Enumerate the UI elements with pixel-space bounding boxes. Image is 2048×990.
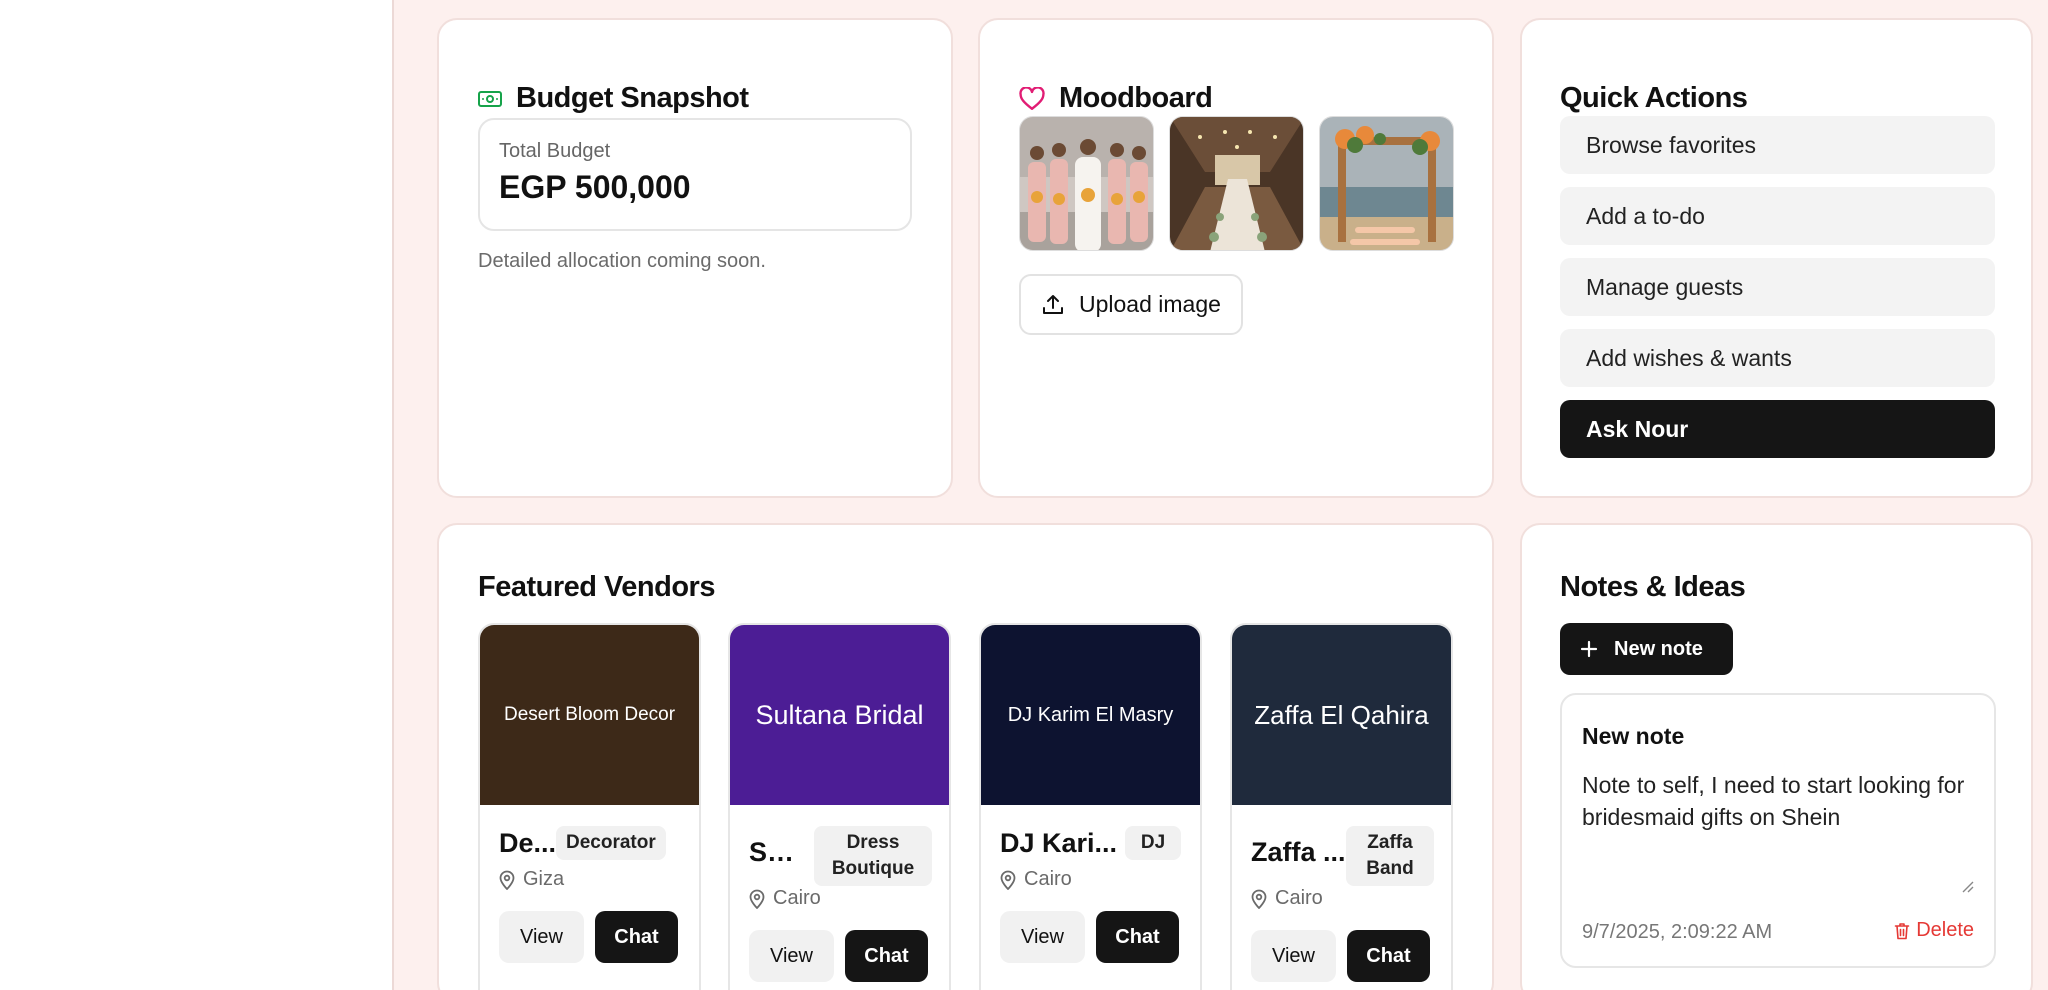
floral-arch-photo bbox=[1320, 117, 1453, 250]
delete-note-button[interactable]: Delete bbox=[1894, 919, 1974, 942]
vendor-category-badge: Dress Boutique bbox=[814, 826, 932, 886]
note-item: New note Note to self, I need to start l… bbox=[1560, 693, 1996, 968]
sidebar bbox=[0, 0, 394, 990]
vendor-category-badge: Decorator bbox=[556, 826, 666, 860]
vendor-view-button[interactable]: View bbox=[1251, 930, 1336, 982]
vendor-card[interactable]: Desert Bloom Decor De... Decorator Giza … bbox=[478, 623, 701, 990]
moodboard-image-bridesmaids[interactable] bbox=[1019, 116, 1154, 251]
upload-image-button[interactable]: Upload image bbox=[1019, 274, 1243, 335]
dashboard-main: Budget Snapshot Total Budget EGP 500,000… bbox=[396, 0, 2048, 990]
vendor-card[interactable]: DJ Karim El Masry DJ Kari... DJ Cairo Vi… bbox=[979, 623, 1202, 990]
bridesmaids-photo bbox=[1020, 117, 1153, 250]
vendor-location-text: Cairo bbox=[1275, 887, 1323, 909]
quick-actions-card: Quick Actions Browse favorites Add a to-… bbox=[1520, 18, 2033, 498]
moodboard-title: Moodboard bbox=[1019, 82, 1213, 115]
notes-title: Notes & Ideas bbox=[1560, 571, 1746, 603]
featured-vendors-card: Featured Vendors Desert Bloom Decor De..… bbox=[437, 523, 1494, 990]
trash-icon bbox=[1894, 922, 1910, 939]
upload-icon bbox=[1043, 294, 1063, 314]
moodboard-image-arch[interactable] bbox=[1319, 116, 1454, 251]
location-pin-icon bbox=[749, 889, 765, 909]
vendor-name: Sul... bbox=[749, 837, 809, 867]
vendor-banner: DJ Karim El Masry bbox=[981, 625, 1200, 805]
vendor-banner: Sultana Bridal bbox=[730, 625, 949, 805]
vendor-location: Cairo bbox=[1000, 868, 1072, 891]
vendor-name: De... bbox=[499, 828, 557, 858]
new-note-button[interactable]: New note bbox=[1560, 623, 1733, 675]
featured-vendors-title: Featured Vendors bbox=[478, 571, 715, 603]
total-budget-value: EGP 500,000 bbox=[499, 169, 691, 205]
location-pin-icon bbox=[499, 870, 515, 890]
moodboard-card: Moodboard Upload image bbox=[978, 18, 1494, 498]
vendor-banner: Zaffa El Qahira bbox=[1232, 625, 1451, 805]
reception-hall-photo bbox=[1170, 117, 1303, 250]
vendor-card[interactable]: Sultana Bridal Sul... Dress Boutique Cai… bbox=[728, 623, 951, 990]
add-todo-button[interactable]: Add a to-do bbox=[1560, 187, 1995, 245]
vendor-name: Zaffa ... bbox=[1251, 837, 1346, 867]
plus-icon bbox=[1580, 640, 1598, 658]
budget-note: Detailed allocation coming soon. bbox=[478, 250, 766, 272]
moodboard-title-text: Moodboard bbox=[1059, 82, 1213, 114]
vendor-location: Giza bbox=[499, 868, 564, 891]
vendor-chat-button[interactable]: Chat bbox=[1347, 930, 1430, 982]
vendor-location: Cairo bbox=[1251, 887, 1323, 910]
new-note-label: New note bbox=[1614, 637, 1703, 660]
moodboard-image-hall[interactable] bbox=[1169, 116, 1304, 251]
vendor-banner: Desert Bloom Decor bbox=[480, 625, 699, 805]
vendor-chat-button[interactable]: Chat bbox=[845, 930, 928, 982]
notes-card: Notes & Ideas New note New note Note to … bbox=[1520, 523, 2033, 990]
note-body-textarea[interactable]: Note to self, I need to start looking fo… bbox=[1582, 769, 1978, 897]
resize-handle-icon[interactable] bbox=[1960, 879, 1974, 893]
note-timestamp: 9/7/2025, 2:09:22 AM bbox=[1582, 921, 1773, 943]
browse-favorites-button[interactable]: Browse favorites bbox=[1560, 116, 1995, 174]
vendor-view-button[interactable]: View bbox=[499, 911, 584, 963]
vendor-category-badge: DJ bbox=[1125, 826, 1181, 860]
money-icon bbox=[478, 90, 502, 107]
vendor-view-button[interactable]: View bbox=[1000, 911, 1085, 963]
total-budget-box: Total Budget EGP 500,000 bbox=[478, 118, 912, 231]
vendor-location-text: Cairo bbox=[1024, 868, 1072, 890]
manage-guests-button[interactable]: Manage guests bbox=[1560, 258, 1995, 316]
location-pin-icon bbox=[1251, 889, 1267, 909]
note-title[interactable]: New note bbox=[1582, 723, 1684, 750]
total-budget-label: Total Budget bbox=[499, 140, 611, 162]
quick-actions-title: Quick Actions bbox=[1560, 82, 1748, 114]
vendor-chat-button[interactable]: Chat bbox=[595, 911, 678, 963]
budget-title: Budget Snapshot bbox=[478, 82, 749, 115]
location-pin-icon bbox=[1000, 870, 1016, 890]
vendor-location-text: Cairo bbox=[773, 887, 821, 909]
vendor-card[interactable]: Zaffa El Qahira Zaffa ... Zaffa Band Cai… bbox=[1230, 623, 1453, 990]
vendor-location: Cairo bbox=[749, 887, 821, 910]
vendor-view-button[interactable]: View bbox=[749, 930, 834, 982]
vendor-category-badge: Zaffa Band bbox=[1346, 826, 1434, 886]
budget-title-text: Budget Snapshot bbox=[516, 82, 749, 114]
delete-label: Delete bbox=[1916, 919, 1974, 941]
heart-icon bbox=[1019, 86, 1045, 110]
add-wishes-button[interactable]: Add wishes & wants bbox=[1560, 329, 1995, 387]
vendor-chat-button[interactable]: Chat bbox=[1096, 911, 1179, 963]
vendor-location-text: Giza bbox=[523, 868, 565, 890]
upload-image-label: Upload image bbox=[1079, 291, 1221, 317]
budget-card: Budget Snapshot Total Budget EGP 500,000… bbox=[437, 18, 953, 498]
ask-nour-button[interactable]: Ask Nour bbox=[1560, 400, 1995, 458]
vendor-name: DJ Kari... bbox=[1000, 828, 1118, 858]
